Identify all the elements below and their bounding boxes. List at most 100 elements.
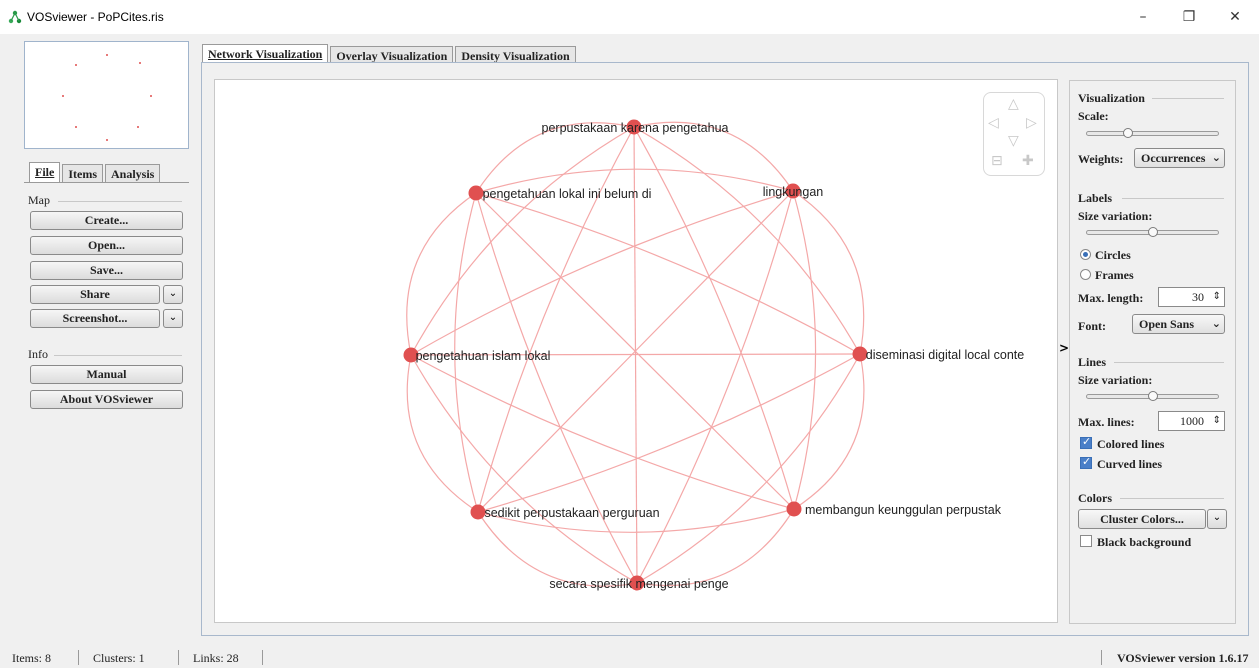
node-label[interactable]: lingkungan <box>763 185 824 199</box>
network-edge <box>633 126 861 355</box>
circles-radio[interactable]: Circles <box>1080 248 1131 263</box>
network-edge <box>406 354 479 513</box>
tab-density-label: Density Visualization <box>461 49 570 63</box>
network-edge <box>636 508 795 587</box>
overview-thumbnail[interactable] <box>24 41 189 149</box>
window-title: VOSviewer - PoPCites.ris <box>27 10 164 24</box>
colored-lines-checkbox[interactable]: Colored lines <box>1080 435 1164 452</box>
network-edge <box>410 126 635 356</box>
scale-label: Scale: <box>1078 109 1109 123</box>
lines-size-slider[interactable] <box>1086 391 1219 401</box>
pan-up-icon[interactable]: △ <box>1008 96 1019 112</box>
network-node[interactable] <box>470 504 486 520</box>
divider <box>1122 198 1224 199</box>
nodes-layer: perpustakaan karena pengetahua lingkungan… <box>403 119 1024 591</box>
node-label[interactable]: sedikit perpustakaan perguruan <box>484 506 659 520</box>
scale-slider[interactable] <box>1086 128 1219 138</box>
max-length-spinner[interactable]: 30 ⇕ <box>1158 287 1225 307</box>
zoom-out-icon[interactable]: ⊟ <box>991 153 1003 169</box>
tab-file[interactable]: File <box>29 162 61 183</box>
network-edge <box>477 353 861 513</box>
options-panel: Visualization Scale: Weights: Occurrence… <box>1069 80 1236 624</box>
left-tabs: File Items Analysis <box>29 162 162 183</box>
weights-value: Occurrences <box>1141 151 1206 165</box>
max-lines-spinner[interactable]: 1000 ⇕ <box>1158 411 1225 431</box>
weights-select[interactable]: Occurrences ⌄ <box>1134 148 1225 168</box>
black-background-checkbox[interactable]: Black background <box>1080 535 1191 550</box>
font-value: Open Sans <box>1139 317 1195 331</box>
network-edge <box>406 192 477 356</box>
screenshot-button[interactable]: Screenshot... <box>30 309 160 328</box>
divider <box>54 355 182 356</box>
manual-button[interactable]: Manual <box>30 365 183 384</box>
close-button[interactable]: ✕ <box>1212 4 1258 30</box>
network-edge <box>477 511 638 587</box>
pan-left-icon[interactable]: ◁ <box>988 115 999 131</box>
divider <box>1101 650 1102 665</box>
network-edge <box>410 190 794 356</box>
version-label: VOSviewer version 1.6.17 <box>1117 651 1249 665</box>
max-lines-value: 1000 <box>1180 414 1204 428</box>
tab-items[interactable]: Items <box>62 164 103 183</box>
node-label[interactable]: pengetahuan lokal ini belum di <box>483 187 652 201</box>
network-canvas[interactable]: perpustakaan karena pengetahua lingkungan… <box>214 79 1058 623</box>
frames-radio[interactable]: Frames <box>1080 268 1134 283</box>
divider <box>1114 362 1224 363</box>
network-edge <box>793 353 865 510</box>
colors-section-label: Colors <box>1078 491 1112 505</box>
info-section-label: Info <box>28 347 48 361</box>
divider <box>1152 98 1224 99</box>
restore-button[interactable]: ❐ <box>1166 4 1212 30</box>
font-select[interactable]: Open Sans ⌄ <box>1132 314 1225 334</box>
radio-unselected-icon <box>1080 269 1091 280</box>
cluster-colors-button[interactable]: Cluster Colors... <box>1078 509 1206 529</box>
network-node[interactable] <box>786 501 802 517</box>
node-label[interactable]: membangun keunggulan perpustak <box>805 503 1002 517</box>
font-label: Font: <box>1078 319 1106 333</box>
lines-size-slider-thumb[interactable] <box>1147 391 1158 401</box>
curved-lines-checkbox[interactable]: Curved lines <box>1080 455 1162 472</box>
pan-down-icon[interactable]: ▽ <box>1008 133 1019 149</box>
network-node[interactable] <box>468 185 484 201</box>
share-dropdown-icon[interactable]: ⌄ <box>163 285 183 304</box>
scale-slider-thumb[interactable] <box>1123 128 1134 138</box>
checkbox-checked-icon <box>1080 435 1092 449</box>
network-edge <box>792 190 865 355</box>
network-edge <box>636 190 794 584</box>
overview-map <box>62 54 152 141</box>
clusters-count: Clusters: 1 <box>93 651 145 665</box>
node-label[interactable]: diseminasi digital local conte <box>866 348 1024 362</box>
network-edge <box>410 354 638 584</box>
node-label[interactable]: perpustakaan karena pengetahua <box>542 121 729 135</box>
network-graph[interactable]: perpustakaan karena pengetahua lingkungan… <box>215 80 1059 624</box>
screenshot-dropdown-icon[interactable]: ⌄ <box>163 309 183 328</box>
network-edge <box>792 190 817 510</box>
tab-file-label: File <box>35 165 55 179</box>
tab-analysis-label: Analysis <box>111 167 155 181</box>
share-button[interactable]: Share <box>30 285 160 304</box>
labels-section-label: Labels <box>1078 191 1113 205</box>
node-label[interactable]: pengetahuan islam lokal <box>416 349 551 363</box>
file-panel: Map Create... Open... Save... Share ⌄ Sc… <box>24 182 189 635</box>
minimize-button[interactable]: – <box>1120 4 1166 30</box>
labels-size-slider[interactable] <box>1086 227 1219 237</box>
save-button[interactable]: Save... <box>30 261 183 280</box>
about-button[interactable]: About VOSviewer <box>30 390 183 409</box>
tab-items-label: Items <box>68 167 97 181</box>
spinner-arrows-icon[interactable]: ⇕ <box>1213 412 1221 430</box>
open-button[interactable]: Open... <box>30 236 183 255</box>
network-edge <box>410 354 795 510</box>
cluster-colors-dropdown-icon[interactable]: ⌄ <box>1207 509 1227 529</box>
create-button[interactable]: Create... <box>30 211 183 230</box>
weights-label: Weights: <box>1078 152 1124 166</box>
zoom-in-icon[interactable]: ✚ <box>1022 153 1034 169</box>
node-label[interactable]: secara spesifik mengenai penge <box>549 577 728 591</box>
tab-analysis[interactable]: Analysis <box>105 164 161 183</box>
navigation-pad[interactable]: △ ◁ ▷ ▽ ⊟ ✚ <box>983 92 1045 176</box>
collapse-panel-icon[interactable]: > <box>1059 341 1069 355</box>
checkbox-unchecked-icon <box>1080 535 1092 547</box>
pan-right-icon[interactable]: ▷ <box>1026 115 1037 131</box>
labels-size-slider-thumb[interactable] <box>1147 227 1158 237</box>
spinner-arrows-icon[interactable]: ⇕ <box>1213 288 1221 306</box>
max-lines-label: Max. lines: <box>1078 415 1135 429</box>
